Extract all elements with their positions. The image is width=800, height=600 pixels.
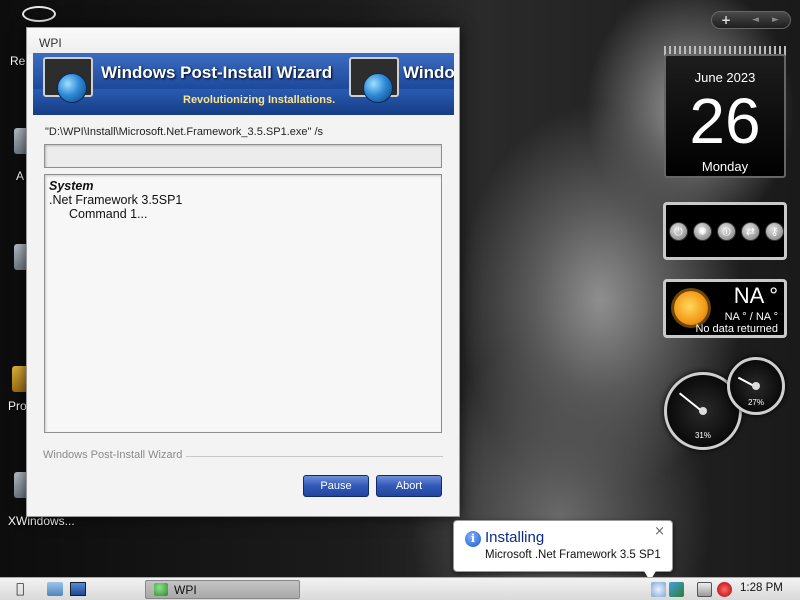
banner-title: Windows Post-Install Wizard (101, 63, 333, 82)
globe-icon (363, 73, 393, 103)
volume-muted-icon[interactable] (717, 582, 732, 597)
log-item: .Net Framework 3.5SP1 (49, 193, 183, 207)
window-title-bar[interactable]: WPI (27, 28, 459, 54)
info-icon: i (465, 531, 481, 547)
memory-hub (752, 382, 760, 390)
shutdown-control-gadget: ⏻ ✺ ⏼ ⇄ ⚷ (663, 202, 787, 260)
weather-status: No data returned (695, 323, 778, 335)
taskbar:  WPI 1:28 PM (0, 577, 800, 600)
desktop-oval-icon[interactable] (22, 6, 56, 22)
notification-title: Installing (485, 529, 545, 546)
sun-icon (674, 291, 708, 325)
calendar-gadget[interactable]: June 2023 26 Monday (664, 54, 786, 178)
add-gadget-icon[interactable]: + (721, 13, 731, 27)
memory-percent: 27% (747, 398, 764, 407)
key-icon[interactable]: ⚷ (765, 222, 784, 241)
memory-meter-gadget[interactable]: 27% (727, 357, 785, 415)
calendar-day: 26 (689, 85, 761, 157)
window-title: WPI (39, 36, 62, 50)
log-command: Command 1... (69, 207, 148, 221)
install-progress-bar (44, 144, 442, 168)
wpi-app-icon (154, 583, 168, 596)
calendar-weekday: Monday (701, 159, 749, 174)
weather-gadget[interactable]: NA ° NA ° / NA ° No data returned (663, 279, 787, 338)
apple-icon[interactable]:  (16, 581, 32, 597)
pause-button[interactable]: Pause (303, 475, 369, 497)
desktop-icon-a[interactable]: A (16, 169, 24, 183)
log-category: System (49, 179, 94, 193)
switch-icon[interactable]: ⇄ (741, 222, 760, 241)
desktop-icon[interactable] (70, 582, 86, 596)
desktop-icon-label: A (16, 169, 25, 183)
gadget-controls: + ◄ ► (711, 11, 791, 29)
wpi-banner: Windows Post-Install Wizard Windo Revolu… (33, 53, 454, 115)
abort-button[interactable]: Abort (376, 475, 442, 497)
network-tray-icon[interactable] (697, 582, 712, 597)
task-button-label: WPI (174, 583, 197, 597)
power-icon[interactable]: ⏻ (669, 222, 688, 241)
weather-range: NA ° / NA ° (724, 311, 778, 323)
folder-icon[interactable] (47, 582, 63, 596)
update-tray-icon[interactable] (651, 582, 666, 597)
calendar-month: June 2023 (694, 70, 756, 85)
settings-icon[interactable]: ✺ (693, 222, 712, 241)
cpu-percent: 31% (694, 431, 711, 440)
install-log-panel[interactable]: System .Net Framework 3.5SP1 Command 1..… (44, 174, 442, 433)
footer-divider (183, 456, 443, 457)
desktop-icon-label: Pro (8, 399, 27, 413)
prev-icon[interactable]: ◄ (752, 15, 759, 25)
cpu-hub (699, 407, 707, 415)
next-icon[interactable]: ► (772, 15, 779, 25)
notification-text: Microsoft .Net Framework 3.5 SP1 (485, 549, 661, 561)
globe-icon (57, 73, 87, 103)
weather-temp: NA ° (733, 283, 778, 308)
clock[interactable]: 1:28 PM (740, 582, 783, 594)
windows-tray-icon[interactable] (669, 582, 684, 597)
banner-subtitle: Revolutionizing Installations. (183, 94, 336, 106)
command-line-text: "D:\WPI\Install\Microsoft.Net.Framework_… (45, 126, 324, 138)
desktop-icon-programs[interactable]: Pro (8, 399, 27, 413)
close-icon[interactable]: × (654, 524, 665, 539)
wpi-window: WPI Windows Post-Install Wizard Windo Re… (26, 27, 460, 517)
notification-balloon[interactable]: i Installing Microsoft .Net Framework 3.… (453, 520, 673, 581)
footer-label: Windows Post-Install Wizard (43, 449, 187, 461)
banner-title-repeat: Windo (403, 63, 454, 82)
shutdown-icon[interactable]: ⏼ (717, 222, 736, 241)
window-footer: Windows Post-Install Wizard (43, 449, 443, 463)
task-button-wpi[interactable]: WPI (145, 580, 300, 599)
